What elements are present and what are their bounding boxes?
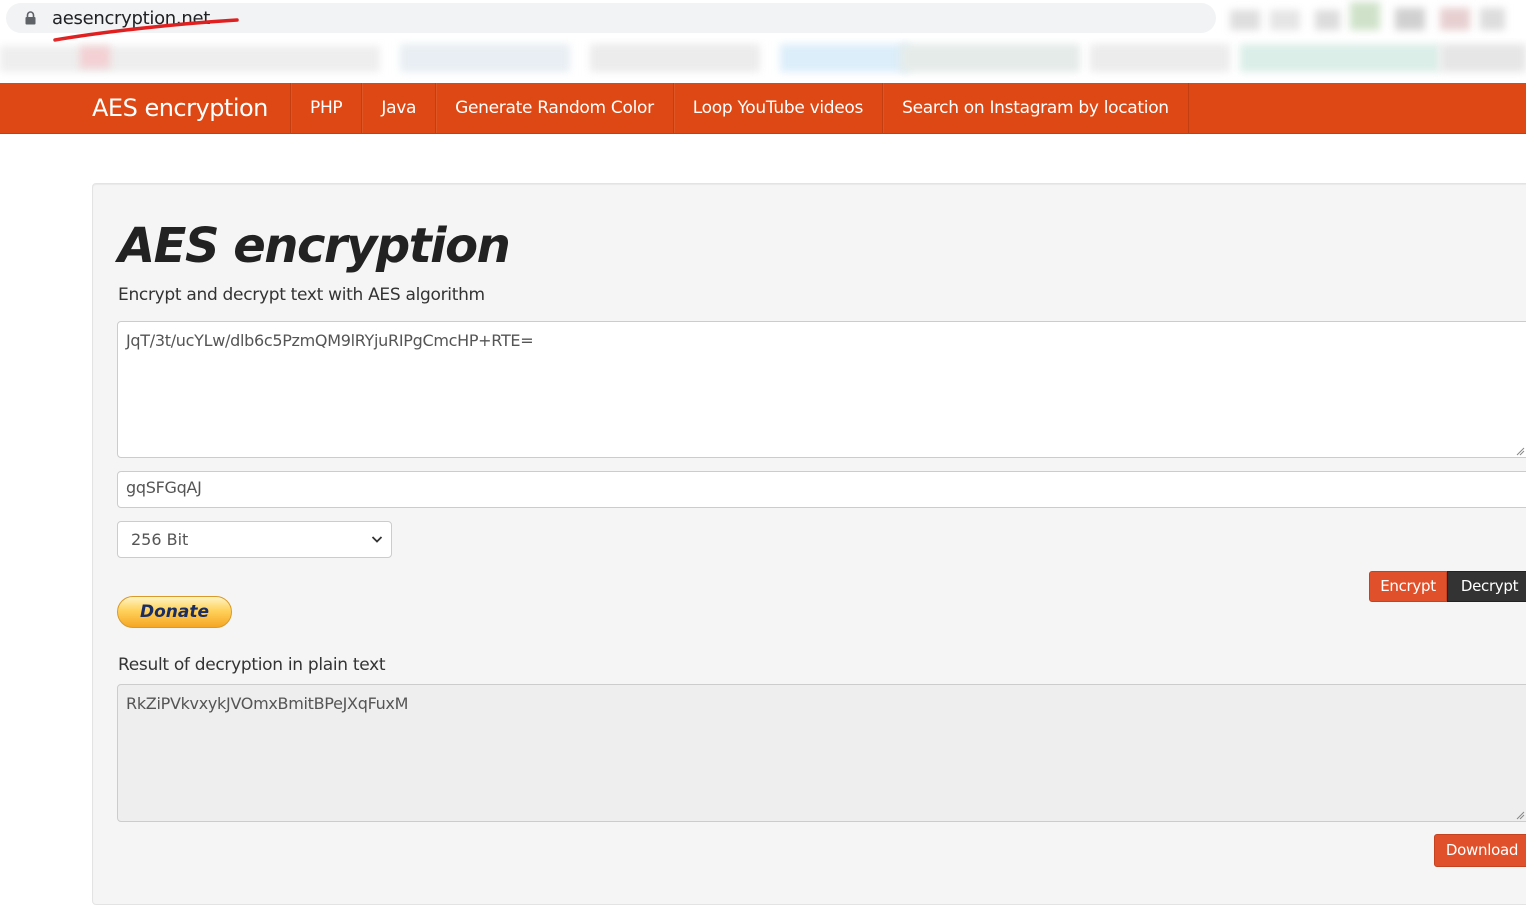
nav-item-search-instagram[interactable]: Search on Instagram by location — [882, 83, 1189, 133]
resize-grip-icon[interactable] — [1515, 810, 1525, 820]
donate-button[interactable]: Donate — [117, 596, 232, 628]
bookmarks-bar-blurred — [0, 38, 1526, 83]
browser-extensions-blurred — [1215, 0, 1526, 36]
nav-item-generate-random-color[interactable]: Generate Random Color — [435, 83, 673, 133]
chevron-down-icon — [371, 536, 383, 543]
site-navbar: AES encryption PHP Java Generate Random … — [0, 83, 1526, 134]
encrypt-button[interactable]: Encrypt — [1369, 571, 1447, 602]
nav-menu: PHP Java Generate Random Color Loop YouT… — [290, 83, 1189, 133]
page-subtitle: Encrypt and decrypt text with AES algori… — [118, 285, 485, 305]
result-text-area[interactable]: RkZiPVkvxykJVOmxBmitBPeJXqFuxM — [117, 684, 1526, 822]
resize-grip-icon[interactable] — [1515, 446, 1525, 456]
key-size-select[interactable]: 256 Bit — [117, 521, 392, 558]
key-input[interactable]: gqSFGqAJ — [117, 471, 1526, 508]
result-label: Result of decryption in plain text — [118, 655, 386, 675]
browser-address-bar: aesencryption.net — [0, 0, 1526, 42]
decrypt-button[interactable]: Decrypt — [1447, 571, 1526, 602]
nav-item-loop-youtube-videos[interactable]: Loop YouTube videos — [672, 83, 882, 133]
brand-link[interactable]: AES encryption — [92, 94, 268, 122]
download-button[interactable]: Download — [1434, 834, 1526, 867]
lock-icon — [25, 11, 36, 25]
nav-item-java[interactable]: Java — [361, 83, 435, 133]
input-text-area[interactable]: JqT/3t/ucYLw/dlb6c5PzmQM9lRYjuRIPgCmcHP+… — [117, 321, 1526, 458]
key-size-selected: 256 Bit — [131, 530, 189, 549]
nav-item-php[interactable]: PHP — [290, 83, 361, 133]
page-title: AES encryption — [118, 218, 511, 274]
